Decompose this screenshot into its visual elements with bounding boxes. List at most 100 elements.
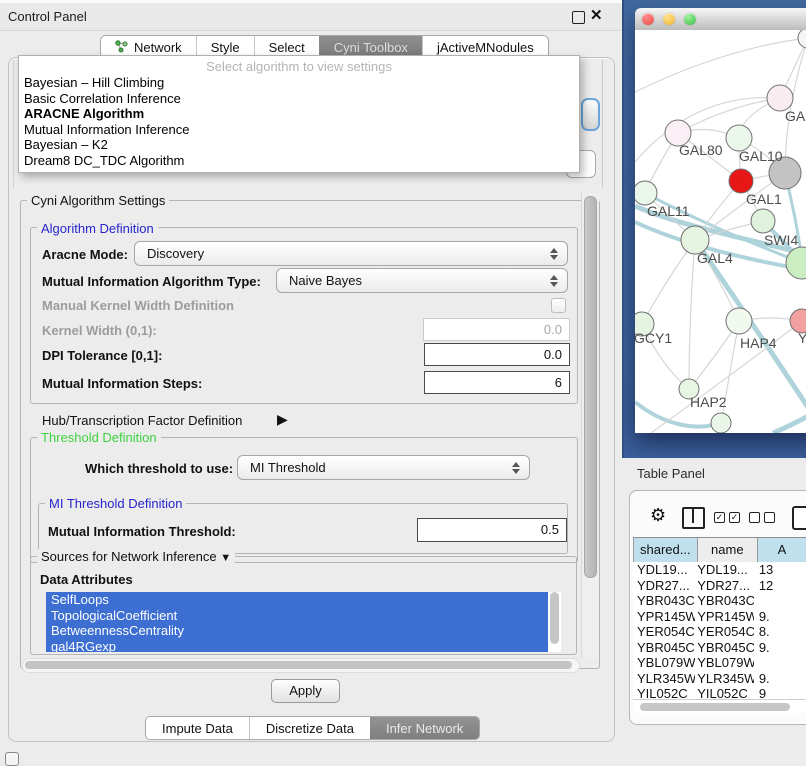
cyni-algorithm-settings-title: Cyni Algorithm Settings bbox=[27, 193, 169, 208]
popup-item-bayesian-hill-climbing[interactable]: Bayesian – Hill Climbing bbox=[19, 75, 579, 91]
which-threshold-combo[interactable]: MI Threshold bbox=[237, 455, 530, 480]
table-row[interactable]: YBR043CYBR043C bbox=[633, 593, 806, 609]
table-cell bbox=[754, 655, 806, 671]
table-row[interactable]: YPR145WYPR145W9. bbox=[633, 609, 806, 625]
data-attributes-label: Data Attributes bbox=[40, 572, 133, 587]
data-attributes-scrollbar[interactable] bbox=[550, 592, 559, 644]
network-icon bbox=[115, 40, 128, 56]
tab-jactivemnodules-label: jActiveMNodules bbox=[437, 40, 534, 55]
table-settings-gear-icon[interactable]: ⚙ bbox=[650, 505, 666, 526]
node-label-gal10: GAL10 bbox=[739, 148, 783, 164]
popup-item-dream8[interactable]: Dream8 DC_TDC Algorithm bbox=[19, 153, 579, 169]
table-cell: YBL079W bbox=[695, 655, 754, 671]
node-gal1-red[interactable] bbox=[729, 169, 753, 193]
popup-item-aracne[interactable]: ARACNE Algorithm bbox=[19, 106, 579, 122]
hub-definition-label[interactable]: Hub/Transcription Factor Definition bbox=[42, 413, 242, 428]
hub-expand-arrow-icon[interactable]: ▶ bbox=[277, 411, 288, 428]
mi-algorithm-type-combo[interactable]: Naive Bayes bbox=[276, 268, 568, 293]
node-label-gcy1: GCY1 bbox=[635, 330, 672, 346]
table-row[interactable]: YDL19...YDL19...13 bbox=[633, 562, 806, 578]
list-item-selfloops[interactable]: SelfLoops bbox=[46, 592, 548, 608]
minimize-traffic-light[interactable] bbox=[663, 13, 675, 25]
node-label-gal80: GAL80 bbox=[679, 142, 723, 158]
new-table-icon[interactable] bbox=[792, 506, 806, 530]
popup-item-bayesian-k2[interactable]: Bayesian – K2 bbox=[19, 137, 579, 153]
aracne-mode-combo[interactable]: Discovery bbox=[134, 241, 568, 266]
table-row[interactable]: YIL052CYIL052C9 bbox=[633, 686, 806, 699]
table-cell: YIL052C bbox=[633, 686, 695, 699]
table-cell: 9. bbox=[754, 671, 806, 687]
sources-title[interactable]: Sources for Network Inference ▼ bbox=[37, 549, 235, 564]
sources-collapse-arrow-icon[interactable]: ▼ bbox=[220, 552, 231, 564]
manual-kernel-width-label: Manual Kernel Width Definition bbox=[42, 298, 234, 313]
table-cell: YBR045C bbox=[695, 640, 754, 656]
network-window[interactable]: GALGAL80GAL10GAL1GAL11SWI4GAL4GCY1HAP4YH… bbox=[635, 8, 806, 433]
manual-kernel-width-checkbox[interactable] bbox=[551, 298, 566, 313]
float-window-button[interactable] bbox=[572, 11, 585, 24]
network-window-titlebar[interactable] bbox=[635, 8, 806, 31]
table-horizontal-scrollbar-thumb[interactable] bbox=[640, 703, 790, 711]
algorithm-combo-arrow-button[interactable] bbox=[581, 98, 600, 131]
column-layout-icon[interactable] bbox=[682, 507, 705, 529]
deselect-all-columns-icon[interactable] bbox=[749, 512, 775, 523]
apply-button[interactable]: Apply bbox=[271, 679, 340, 703]
list-item-gal4rgexp[interactable]: gal4RGexp bbox=[46, 639, 548, 653]
select-all-columns-icon[interactable]: ✓ ✓ bbox=[714, 512, 740, 523]
list-item-betweennesscentrality[interactable]: BetweennessCentrality bbox=[46, 623, 548, 639]
popup-item-mutual-information[interactable]: Mutual Information Inference bbox=[19, 122, 579, 138]
unchecked-box-icon bbox=[749, 512, 760, 523]
kernel-width-label: Kernel Width (0,1): bbox=[42, 323, 157, 338]
network-canvas[interactable]: GALGAL80GAL10GAL1GAL11SWI4GAL4GCY1HAP4YH… bbox=[635, 30, 806, 433]
combo-spinner-icon bbox=[509, 462, 523, 474]
mi-threshold-field[interactable]: 0.5 bbox=[417, 518, 567, 542]
screen: { "titlebar": {"title": "Control Panel"}… bbox=[0, 0, 806, 762]
table-horizontal-scrollbar[interactable] bbox=[633, 699, 806, 713]
close-panel-button[interactable]: ✕ bbox=[590, 6, 603, 24]
node-bottom[interactable] bbox=[711, 413, 731, 433]
tab-impute-data[interactable]: Impute Data bbox=[146, 717, 249, 739]
settings-vertical-scrollbar-thumb[interactable] bbox=[584, 196, 597, 578]
popup-item-basic-correlation[interactable]: Basic Correlation Inference bbox=[19, 91, 579, 107]
mi-steps-label: Mutual Information Steps: bbox=[42, 376, 202, 391]
tab-infer-network[interactable]: Infer Network bbox=[370, 717, 479, 739]
divider bbox=[602, 60, 603, 188]
settings-horizontal-scrollbar-thumb[interactable] bbox=[25, 661, 572, 669]
table-row[interactable]: YBL079WYBL079W bbox=[633, 655, 806, 671]
kernel-width-field[interactable]: 0.0 bbox=[423, 318, 570, 341]
column-header-shared[interactable]: shared... bbox=[634, 538, 698, 562]
node-label-gal: GAL bbox=[785, 108, 806, 124]
table-cell: YLR345W bbox=[695, 671, 754, 687]
close-traffic-light[interactable] bbox=[642, 13, 654, 25]
which-threshold-label: Which threshold to use: bbox=[85, 461, 233, 476]
zoom-traffic-light[interactable] bbox=[684, 13, 696, 25]
table-cell: 12 bbox=[754, 578, 806, 594]
data-attributes-list[interactable]: SelfLoops TopologicalCoefficient Between… bbox=[46, 592, 561, 652]
mi-threshold-definition-title: MI Threshold Definition bbox=[45, 496, 186, 511]
combo-spinner-icon bbox=[547, 275, 561, 287]
tab-discretize-data[interactable]: Discretize Data bbox=[249, 717, 370, 739]
unchecked-box-icon bbox=[764, 512, 775, 523]
table-cell: YPR145W bbox=[695, 609, 754, 625]
table-rows: YDL19...YDL19...13YDR27...YDR27...12YBR0… bbox=[633, 562, 806, 699]
mi-steps-field[interactable]: 6 bbox=[424, 371, 570, 394]
table-row[interactable]: YLR345WYLR345W9. bbox=[633, 671, 806, 687]
algorithm-definition-title: Algorithm Definition bbox=[37, 221, 158, 236]
node[interactable] bbox=[798, 30, 806, 48]
table-cell: 8. bbox=[754, 624, 806, 640]
table-row[interactable]: YBR045CYBR045C9. bbox=[633, 640, 806, 656]
node-swi4[interactable] bbox=[751, 209, 775, 233]
minimized-panel-icon[interactable] bbox=[5, 752, 19, 766]
node-hap4[interactable] bbox=[726, 308, 752, 334]
dpi-tolerance-field[interactable]: 0.0 bbox=[424, 343, 570, 366]
table-row[interactable]: YDR27...YDR27...12 bbox=[633, 578, 806, 594]
table-row[interactable]: YER054CYER054C8. bbox=[633, 624, 806, 640]
table-cell: YBR043C bbox=[695, 593, 754, 609]
node-label-hap4: HAP4 bbox=[740, 335, 777, 351]
table-cell: YDR27... bbox=[633, 578, 695, 594]
table-cell: YBR043C bbox=[633, 593, 695, 609]
node-gal11[interactable] bbox=[635, 181, 657, 205]
column-header-partial[interactable]: A bbox=[758, 538, 806, 562]
table-panel-title: Table Panel bbox=[637, 466, 705, 481]
list-item-topologicalcoefficient[interactable]: TopologicalCoefficient bbox=[46, 608, 548, 624]
column-header-name[interactable]: name bbox=[698, 538, 758, 562]
